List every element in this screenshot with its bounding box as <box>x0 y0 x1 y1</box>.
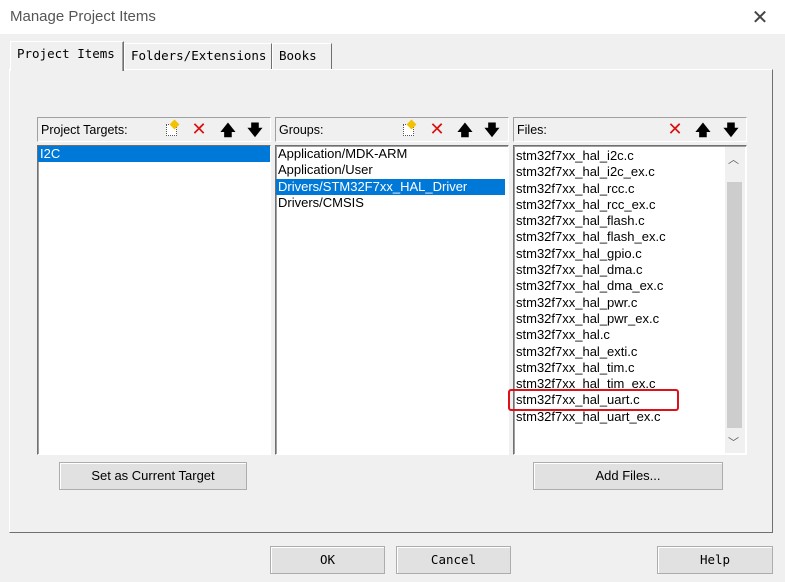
list-item[interactable]: Drivers/STM32F7xx_HAL_Driver <box>276 178 505 195</box>
list-item[interactable]: Application/MDK-ARM <box>276 146 505 162</box>
groups-panel-label: Groups: <box>279 123 324 137</box>
tab-label: Project Items <box>17 46 115 61</box>
cancel-button[interactable]: Cancel <box>396 546 511 574</box>
scroll-up-icon[interactable]: ︿ <box>725 151 742 168</box>
title-bar: Manage Project Items ✕ <box>0 0 785 34</box>
list-item[interactable]: stm32f7xx_hal_flash.c <box>514 213 746 229</box>
files-scrollbar[interactable]: ︿ ﹀ <box>725 147 745 453</box>
help-button[interactable]: Help <box>657 546 773 574</box>
scrollbar-thumb[interactable] <box>727 182 742 428</box>
ok-button[interactable]: OK <box>270 546 385 574</box>
list-item[interactable]: stm32f7xx_hal_i2c.c <box>514 148 746 164</box>
list-item[interactable]: stm32f7xx_hal_tim.c <box>514 360 746 376</box>
close-icon[interactable]: ✕ <box>748 6 772 28</box>
manage-project-items-dialog: Manage Project Items ✕ Project Items Fol… <box>0 0 785 582</box>
files-panel-label: Files: <box>517 123 547 137</box>
delete-icon[interactable]: ✕ <box>665 120 685 140</box>
files-list-items: stm32f7xx_hal_i2c.c stm32f7xx_hal_i2c_ex… <box>514 146 746 425</box>
list-item[interactable]: Drivers/CMSIS <box>276 195 505 211</box>
tab-label: Folders/Extensions <box>131 48 267 63</box>
list-item[interactable]: stm32f7xx_hal_dma.c <box>514 262 746 278</box>
highlight-box <box>508 389 679 411</box>
list-item[interactable]: stm32f7xx_hal_rcc_ex.c <box>514 197 746 213</box>
list-item[interactable]: stm32f7xx_hal_uart_ex.c <box>514 409 746 425</box>
targets-panel-label: Project Targets: <box>41 123 128 137</box>
move-up-icon[interactable]: 🡅 <box>218 120 238 140</box>
list-item[interactable]: stm32f7xx_hal_exti.c <box>514 344 746 360</box>
move-up-icon[interactable]: 🡅 <box>455 120 475 140</box>
delete-icon[interactable]: ✕ <box>189 120 209 140</box>
groups-panel-header: Groups: ✕ 🡅 🡇 <box>275 117 509 142</box>
move-up-icon[interactable]: 🡅 <box>693 120 713 140</box>
tab-folders-extensions[interactable]: Folders/Extensions <box>124 43 272 69</box>
tab-label: Books <box>279 48 317 63</box>
list-item[interactable]: stm32f7xx_hal_rcc.c <box>514 181 746 197</box>
scroll-down-icon[interactable]: ﹀ <box>725 434 742 451</box>
list-item[interactable]: stm32f7xx_hal.c <box>514 327 746 343</box>
targets-list[interactable]: I2C <box>37 145 271 455</box>
move-down-icon[interactable]: 🡇 <box>245 120 265 140</box>
targets-panel-header: Project Targets: ✕ 🡅 🡇 <box>37 117 271 142</box>
move-down-icon[interactable]: 🡇 <box>721 120 741 140</box>
new-item-icon[interactable] <box>161 119 181 140</box>
delete-icon[interactable]: ✕ <box>427 120 447 140</box>
tab-project-items[interactable]: Project Items <box>10 41 124 71</box>
window-title: Manage Project Items <box>10 8 156 25</box>
list-item[interactable]: stm32f7xx_hal_pwr_ex.c <box>514 311 746 327</box>
set-current-target-button[interactable]: Set as Current Target <box>59 462 247 490</box>
files-panel-header: Files: ✕ 🡅 🡇 <box>513 117 747 142</box>
tab-books[interactable]: Books <box>272 43 332 69</box>
list-item[interactable]: stm32f7xx_hal_i2c_ex.c <box>514 164 746 180</box>
add-files-button[interactable]: Add Files... <box>533 462 723 490</box>
list-item[interactable]: stm32f7xx_hal_gpio.c <box>514 246 746 262</box>
list-item[interactable]: stm32f7xx_hal_pwr.c <box>514 295 746 311</box>
list-item[interactable]: stm32f7xx_hal_flash_ex.c <box>514 229 746 245</box>
list-item[interactable]: Application/User <box>276 162 505 178</box>
list-item[interactable]: stm32f7xx_hal_dma_ex.c <box>514 278 746 294</box>
groups-list[interactable]: Application/MDK-ARM Application/User Dri… <box>275 145 509 455</box>
move-down-icon[interactable]: 🡇 <box>482 120 502 140</box>
new-item-icon[interactable] <box>398 119 418 140</box>
list-item[interactable]: I2C <box>38 146 270 163</box>
